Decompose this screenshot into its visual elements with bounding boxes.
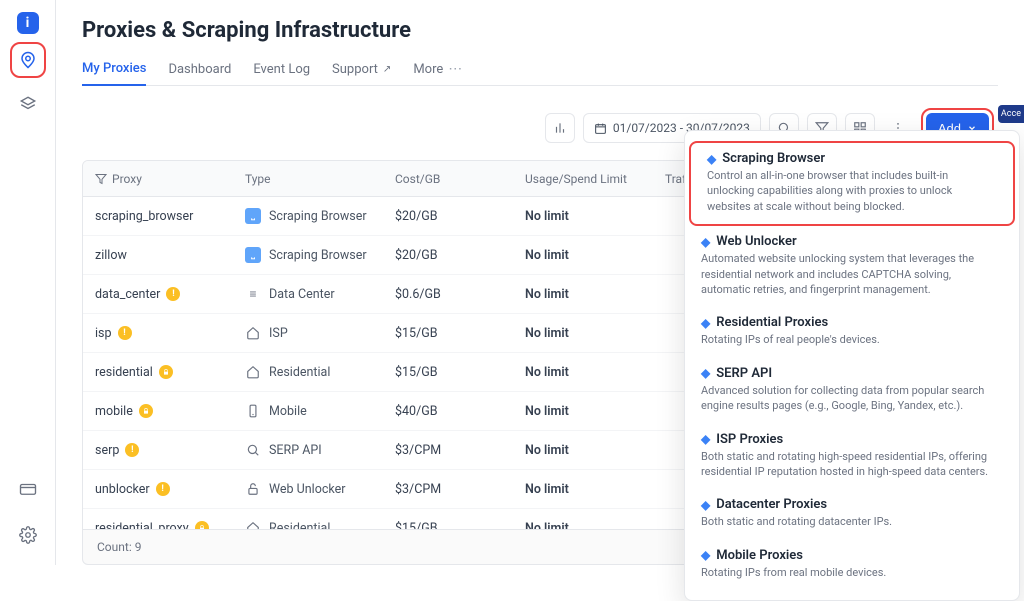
proxy-name-cell: mobile	[95, 404, 245, 419]
proxy-name-cell: residential_proxy	[95, 521, 245, 531]
usage-cell: No limit	[525, 326, 665, 341]
type-cell: Residential	[245, 364, 395, 380]
sidebar: i	[0, 0, 56, 565]
dropdown-item[interactable]: ◆ISP ProxiesBoth static and rotating hig…	[685, 424, 1019, 490]
cost-cell: $15/GB	[395, 521, 525, 531]
warning-badge: !	[156, 482, 170, 496]
col-type[interactable]: Type	[245, 172, 395, 186]
usage-cell: No limit	[525, 482, 665, 497]
lock-badge	[139, 404, 153, 418]
usage-cell: No limit	[525, 248, 665, 263]
lock-badge	[195, 521, 209, 530]
type-cell: ⎵Scraping Browser	[245, 247, 395, 263]
tab-bar: My Proxies Dashboard Event Log Support↗ …	[82, 53, 998, 86]
product-icon: ◆	[707, 152, 716, 166]
dropdown-desc: Rotating IPs of real people's devices.	[701, 332, 1003, 347]
usage-cell: No limit	[525, 443, 665, 458]
tab-more[interactable]: More⋯	[413, 53, 463, 85]
cost-cell: $40/GB	[395, 404, 525, 419]
dropdown-item[interactable]: ◆Web UnlockerAutomated website unlocking…	[685, 226, 1019, 307]
type-cell: Web Unlocker	[245, 481, 395, 497]
proxy-name-cell: residential	[95, 365, 245, 380]
external-link-icon: ↗	[383, 64, 391, 75]
product-icon: ◆	[701, 366, 710, 380]
chart-toggle-button[interactable]	[545, 113, 575, 143]
proxy-name-cell: serp !	[95, 443, 245, 458]
calendar-icon	[594, 122, 607, 135]
cost-cell: $20/GB	[395, 209, 525, 224]
dropdown-desc: Automated website unlocking system that …	[701, 251, 1003, 297]
tab-dashboard[interactable]: Dashboard	[168, 53, 231, 85]
col-usage[interactable]: Usage/Spend Limit	[525, 172, 665, 186]
dropdown-item[interactable]: ◆Scraping BrowserControl an all-in-one b…	[689, 141, 1015, 226]
usage-cell: No limit	[525, 521, 665, 531]
cost-cell: $3/CPM	[395, 482, 525, 497]
dropdown-item[interactable]: ◆Residential ProxiesRotating IPs of real…	[685, 307, 1019, 357]
more-dots-icon: ⋯	[448, 61, 463, 77]
tab-event-log[interactable]: Event Log	[253, 53, 310, 85]
type-cell: SERP API	[245, 442, 395, 458]
info-icon[interactable]: i	[17, 12, 39, 34]
dropdown-desc: Advanced solution for collecting data fr…	[701, 383, 1003, 414]
datasets-nav-icon[interactable]	[10, 86, 46, 122]
proxy-name-cell: data_center !	[95, 287, 245, 302]
col-cost[interactable]: Cost/GB	[395, 172, 525, 186]
accessibility-tab[interactable]: Acce	[998, 105, 1024, 123]
cost-cell: $0.6/GB	[395, 287, 525, 302]
type-cell: Mobile	[245, 403, 395, 419]
type-cell: ⎵Scraping Browser	[245, 208, 395, 224]
warning-badge: !	[118, 326, 132, 340]
proxy-name-cell: zillow	[95, 248, 245, 263]
usage-cell: No limit	[525, 365, 665, 380]
col-proxy[interactable]: Proxy	[95, 172, 245, 186]
lock-badge	[159, 365, 173, 379]
cost-cell: $15/GB	[395, 365, 525, 380]
dropdown-item[interactable]: ◆SERP APIAdvanced solution for collectin…	[685, 358, 1019, 424]
warning-badge: !	[166, 287, 180, 301]
usage-cell: No limit	[525, 209, 665, 224]
type-cell: ISP	[245, 325, 395, 341]
dropdown-desc: Control an all-in-one browser that inclu…	[707, 168, 997, 214]
product-icon: ◆	[701, 432, 710, 446]
dropdown-item[interactable]: ◆Datacenter ProxiesBoth static and rotat…	[685, 489, 1019, 539]
cost-cell: $20/GB	[395, 248, 525, 263]
product-icon: ◆	[701, 316, 710, 330]
add-dropdown: ◆Scraping BrowserControl an all-in-one b…	[684, 130, 1020, 601]
filter-icon	[95, 173, 107, 185]
dropdown-desc: Rotating IPs from real mobile devices.	[701, 565, 1003, 580]
proxies-nav-icon[interactable]	[10, 42, 46, 78]
product-icon: ◆	[701, 498, 710, 512]
dropdown-desc: Both static and rotating datacenter IPs.	[701, 514, 1003, 529]
usage-cell: No limit	[525, 287, 665, 302]
main-content: Proxies & Scraping Infrastructure My Pro…	[56, 0, 1024, 565]
billing-nav-icon[interactable]	[10, 471, 46, 507]
product-icon: ◆	[701, 548, 710, 562]
proxy-name-cell: scraping_browser	[95, 209, 245, 224]
dropdown-desc: Both static and rotating high-speed resi…	[701, 449, 1003, 480]
cost-cell: $15/GB	[395, 326, 525, 341]
settings-nav-icon[interactable]	[10, 517, 46, 553]
product-icon: ◆	[701, 235, 710, 249]
page-title: Proxies & Scraping Infrastructure	[82, 18, 998, 43]
type-cell: Residential	[245, 520, 395, 530]
usage-cell: No limit	[525, 404, 665, 419]
tab-support[interactable]: Support↗	[332, 53, 391, 85]
tab-my-proxies[interactable]: My Proxies	[82, 53, 146, 86]
proxy-name-cell: isp !	[95, 326, 245, 341]
proxy-name-cell: unblocker !	[95, 482, 245, 497]
warning-badge: !	[125, 443, 139, 457]
type-cell: ≡Data Center	[245, 286, 395, 302]
cost-cell: $3/CPM	[395, 443, 525, 458]
